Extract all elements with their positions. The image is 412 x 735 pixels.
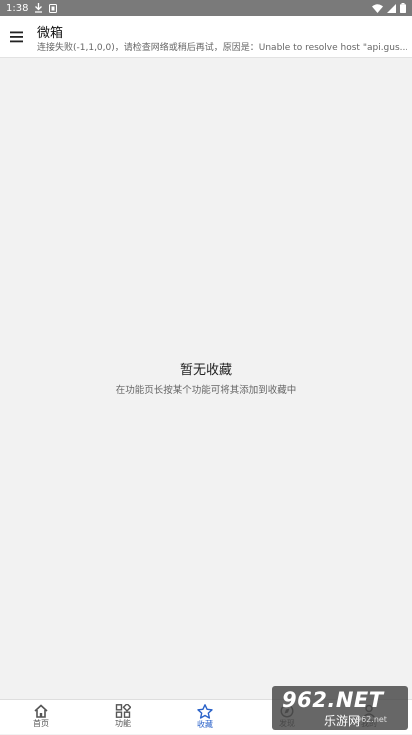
nav-label-functions: 功能 — [115, 719, 131, 728]
home-icon — [34, 704, 48, 718]
site-watermark: 962.NET 乐游网 962.net — [272, 686, 408, 730]
signal-icon — [387, 3, 396, 13]
star-icon — [197, 704, 213, 719]
status-left: 1:38 — [6, 2, 58, 14]
nav-item-favorites[interactable]: 收藏 — [164, 700, 246, 735]
watermark-logo: 962.NET — [282, 688, 384, 712]
empty-description: 在功能页长按某个功能可将其添加到收藏中 — [115, 385, 297, 396]
watermark-subtitle: 乐游网 — [324, 714, 361, 728]
wifi-icon — [372, 3, 383, 13]
menu-icon[interactable] — [9, 29, 25, 43]
connection-error-text: 连接失败(-1,1,0,0)，请检查网络或稍后再试，原因是：Unable to … — [37, 43, 407, 53]
empty-title: 暂无收藏 — [179, 363, 232, 378]
nav-label-favorites: 收藏 — [197, 720, 213, 729]
nav-item-home[interactable]: 首页 — [0, 700, 82, 735]
app-title: 微箱 — [37, 26, 64, 41]
app-bar: 微箱 连接失败(-1,1,0,0)，请检查网络或稍后再试，原因是：Unable … — [0, 16, 412, 58]
nav-item-functions[interactable]: 功能 — [82, 700, 164, 735]
status-time: 1:38 — [6, 2, 29, 14]
status-right — [372, 3, 406, 13]
nav-label-home: 首页 — [33, 719, 49, 728]
watermark-url: 962.net — [356, 715, 387, 724]
battery-icon — [400, 3, 406, 13]
download-icon — [34, 3, 43, 13]
favorites-empty-state: 暂无收藏 在功能页长按某个功能可将其添加到收藏中 — [0, 362, 412, 398]
grid-icon — [115, 704, 131, 718]
status-bar: 1:38 — [0, 0, 412, 16]
notification-icon — [49, 3, 58, 13]
